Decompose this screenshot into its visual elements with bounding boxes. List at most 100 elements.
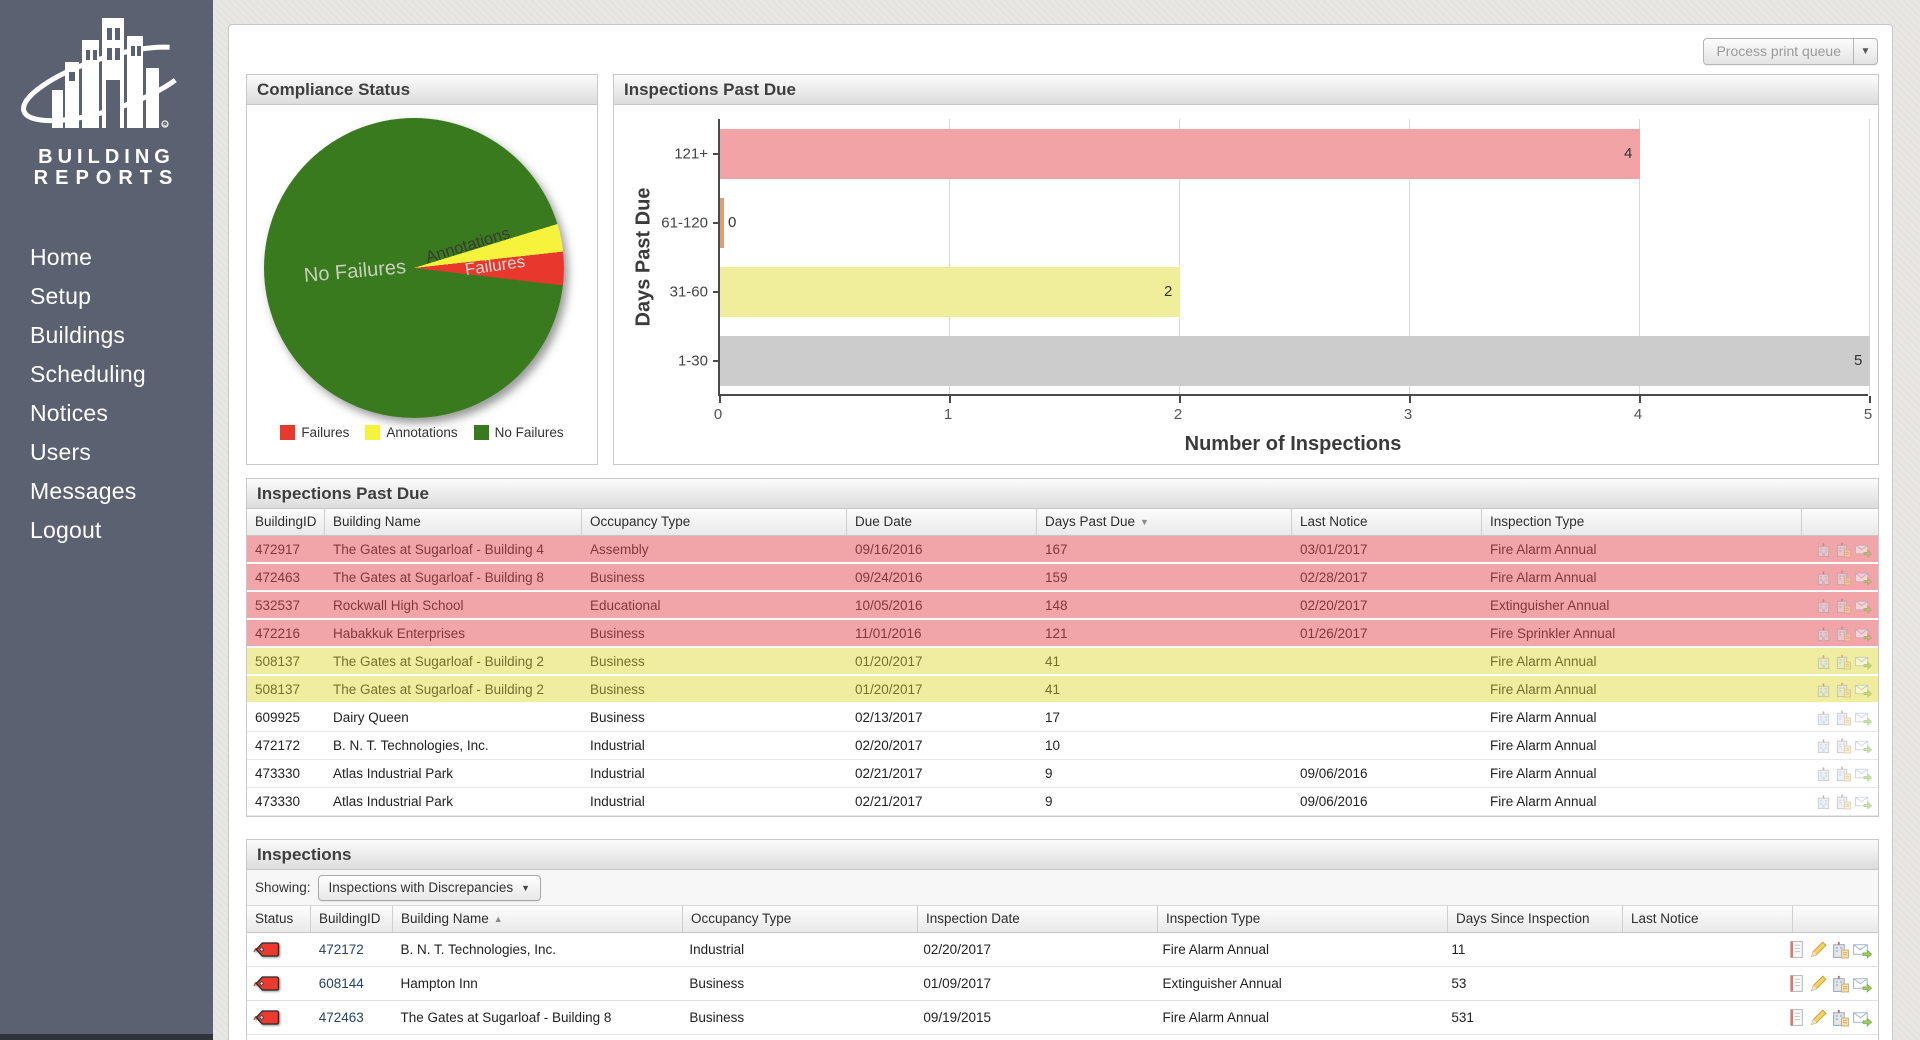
column-header-inspection-type[interactable]: Inspection Type [1482,509,1802,535]
building-icon[interactable] [1815,681,1832,698]
send-notice-icon[interactable] [1855,653,1872,670]
building-report-icon[interactable] [1835,541,1852,558]
report-icon[interactable] [1787,974,1806,993]
column-header-buildingid[interactable]: BuildingID [247,509,325,535]
send-notice-icon[interactable] [1853,974,1872,993]
send-notice-icon[interactable] [1855,737,1872,754]
building-report-icon[interactable] [1835,625,1852,642]
sidebar-item-setup[interactable]: Setup [30,277,146,316]
inspections-past-due-chart-panel: Inspections Past Due Days Past Due 121+4… [613,74,1879,465]
building-icon[interactable] [1815,709,1832,726]
past-due-table-row[interactable]: 472917The Gates at Sugarloaf - Building … [247,536,1878,564]
building-icon[interactable] [1815,765,1832,782]
cell-inspection-type: Fire Alarm Annual [1482,794,1802,809]
column-header-occupancy-type[interactable]: Occupancy Type [582,509,847,535]
building-report-icon[interactable] [1835,765,1852,782]
building-icon[interactable] [1815,541,1832,558]
column-header-building-name[interactable]: Building Name▲ [393,906,683,932]
column-header-occupancy-type[interactable]: Occupancy Type [683,906,918,932]
column-header-status[interactable]: Status [247,906,311,932]
cell-building-id: 472463 [247,570,325,585]
sidebar-item-scheduling[interactable]: Scheduling [30,355,146,394]
column-header-inspection-type[interactable]: Inspection Type [1158,906,1448,932]
column-header-days-past-due[interactable]: Days Past Due▼ [1037,509,1292,535]
building-report-icon[interactable] [1835,737,1852,754]
past-due-table-row[interactable]: 472216Habakkuk EnterprisesBusiness11/01/… [247,620,1878,648]
building-icon[interactable] [1815,569,1832,586]
send-notice-icon[interactable] [1855,681,1872,698]
cell-last-notice: 09/06/2016 [1292,766,1482,781]
past-due-table-row[interactable]: 473330Atlas Industrial ParkIndustrial02/… [247,760,1878,788]
send-notice-icon[interactable] [1855,597,1872,614]
sidebar-item-logout[interactable]: Logout [30,511,146,550]
edit-icon[interactable] [1809,1008,1828,1027]
past-due-table-row[interactable]: 508137The Gates at Sugarloaf - Building … [247,648,1878,676]
bar-value-label: 0 [728,198,736,248]
cell-building-id: 472917 [247,542,325,557]
building-report-icon[interactable] [1835,569,1852,586]
building-report-icon[interactable] [1835,709,1852,726]
sidebar-item-home[interactable]: Home [30,238,146,277]
building-icon[interactable] [1815,625,1832,642]
send-notice-icon[interactable] [1855,793,1872,810]
column-header-last-notice[interactable]: Last Notice [1623,906,1793,932]
sidebar-item-users[interactable]: Users [30,433,146,472]
edit-icon[interactable] [1809,974,1828,993]
building-report-icon[interactable] [1831,974,1850,993]
past-due-table-row[interactable]: 508137The Gates at Sugarloaf - Building … [247,676,1878,704]
past-due-table-row[interactable]: 532537Rockwall High SchoolEducational10/… [247,592,1878,620]
building-icon[interactable] [1815,737,1832,754]
cell-building-id: 609925 [247,710,325,725]
send-notice-icon[interactable] [1855,625,1872,642]
column-header-due-date[interactable]: Due Date [847,509,1037,535]
column-header-building-name[interactable]: Building Name [325,509,582,535]
row-actions [1802,653,1878,670]
inspections-table-row[interactable]: 472463The Gates at Sugarloaf - Building … [247,1001,1878,1035]
send-notice-icon[interactable] [1855,569,1872,586]
cell-building-id: 472216 [247,626,325,641]
send-notice-icon[interactable] [1855,541,1872,558]
bar-61-120[interactable] [720,198,724,248]
past-due-table-row[interactable]: 472463The Gates at Sugarloaf - Building … [247,564,1878,592]
cell-occupancy: Business [582,682,847,697]
column-header-days-since-inspection[interactable]: Days Since Inspection [1448,906,1623,932]
inspections-table-row[interactable]: 608144Hampton InnBusiness01/09/2017Extin… [247,967,1878,1001]
report-icon[interactable] [1787,1008,1806,1027]
edit-icon[interactable] [1809,940,1828,959]
bar-31-60[interactable] [720,267,1180,317]
legend-swatch [280,425,295,440]
showing-filter-dropdown[interactable]: Inspections with Discrepancies ▼ [318,875,542,901]
building-report-icon[interactable] [1831,940,1850,959]
building-report-icon[interactable] [1835,793,1852,810]
building-report-icon[interactable] [1835,653,1852,670]
sidebar-item-buildings[interactable]: Buildings [30,316,146,355]
row-actions [1802,541,1878,558]
past-due-table-row[interactable]: 473330Atlas Industrial ParkIndustrial02/… [247,788,1878,816]
inspections-table-row[interactable]: 472172B. N. T. Technologies, Inc.Industr… [247,933,1878,967]
building-report-icon[interactable] [1835,597,1852,614]
bar-121plus[interactable] [720,129,1640,179]
sidebar-item-notices[interactable]: Notices [30,394,146,433]
column-header-inspection-date[interactable]: Inspection Date [918,906,1158,932]
column-header-buildingid[interactable]: BuildingID [311,906,393,932]
cell-occupancy: Industrial [582,794,847,809]
building-icon[interactable] [1815,793,1832,810]
building-icon[interactable] [1815,653,1832,670]
building-report-icon[interactable] [1831,1008,1850,1027]
bar-1-30[interactable] [720,336,1870,386]
past-due-table-row[interactable]: 609925Dairy QueenBusiness02/13/201717Fir… [247,704,1878,732]
column-header-last-notice[interactable]: Last Notice [1292,509,1482,535]
bar-chart-plot: 121+461-120031-6021-305 [718,119,1868,396]
building-report-icon[interactable] [1835,681,1852,698]
building-icon[interactable] [1815,597,1832,614]
send-notice-icon[interactable] [1855,709,1872,726]
report-icon[interactable] [1787,940,1806,959]
print-queue-dropdown-arrow-icon[interactable]: ▼ [1853,39,1877,64]
sidebar-item-messages[interactable]: Messages [30,472,146,511]
send-notice-icon[interactable] [1855,765,1872,782]
send-notice-icon[interactable] [1853,940,1872,959]
cell-building-id: 532537 [247,598,325,613]
send-notice-icon[interactable] [1853,1008,1872,1027]
process-print-queue-button[interactable]: Process print queue ▼ [1703,38,1878,65]
past-due-table-row[interactable]: 472172B. N. T. Technologies, Inc.Industr… [247,732,1878,760]
